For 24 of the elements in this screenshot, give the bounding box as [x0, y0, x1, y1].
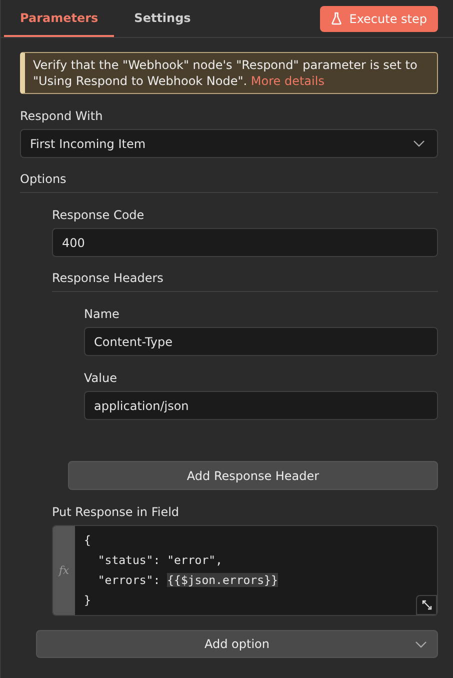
respond-with-select[interactable]: First Incoming Item [20, 129, 438, 158]
flask-icon [331, 12, 342, 25]
expand-icon [422, 600, 432, 610]
chevron-down-icon [415, 641, 427, 648]
more-details-link[interactable]: More details [250, 74, 324, 88]
text-input[interactable]: Content-Type [84, 327, 438, 356]
field-label: Name [84, 307, 120, 321]
expression-marker: fx [58, 564, 70, 577]
field-label: Value [84, 371, 118, 385]
add-response-header-button[interactable]: Add Response Header [68, 461, 438, 490]
tab[interactable]: Parameters [4, 0, 114, 37]
response-code-input[interactable]: 400 [52, 228, 438, 257]
chevron-down-icon [413, 140, 425, 147]
field-label: Response Code [52, 208, 146, 222]
section-heading: Options [20, 172, 438, 193]
field-label: Put Response in Field [52, 505, 180, 519]
tab[interactable]: Settings [118, 0, 207, 37]
section-heading: Response Headers [52, 271, 438, 292]
field-label: Respond With [20, 109, 104, 123]
text-input[interactable]: application/json [84, 391, 438, 420]
code-editor[interactable]: { "status": "error", "errors": {{$json.errors}} } [75, 526, 437, 615]
add-option-dropdown[interactable]: Add option [36, 630, 438, 658]
notice-text: Verify that the "Webhook" node's "Respond" parameter is set to "Using Respond to Webhook Node". More details [33, 58, 418, 88]
expand-button[interactable] [416, 595, 437, 615]
